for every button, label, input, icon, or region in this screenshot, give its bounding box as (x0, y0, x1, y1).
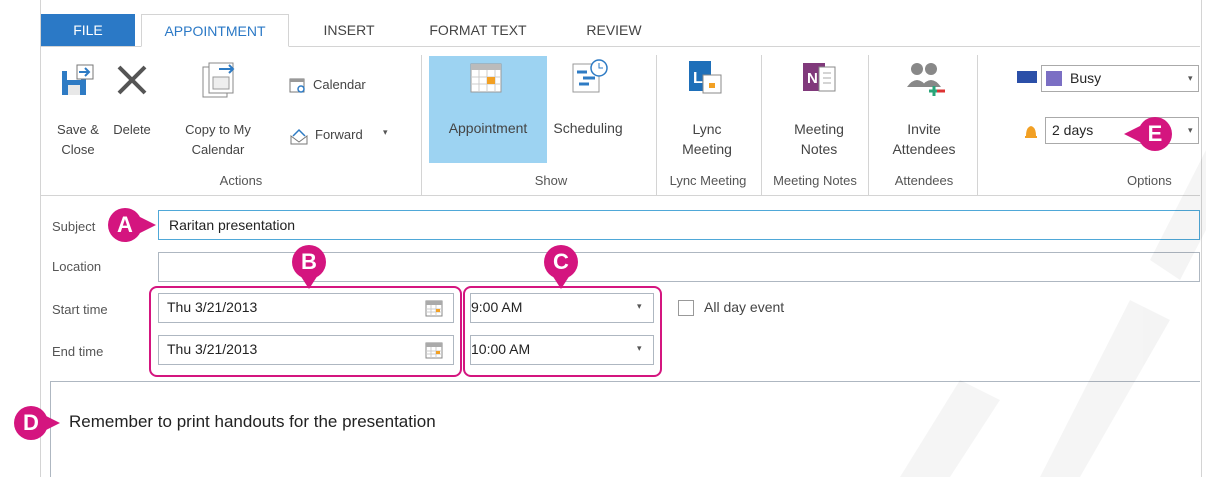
reminder-value: 2 days (1052, 122, 1094, 138)
group-label-attendees: Attendees (894, 173, 954, 188)
save-close-label-2: Close (61, 142, 95, 157)
lync-meeting-button[interactable]: L Lync Meeting (667, 57, 747, 167)
reminder-bell-icon (1025, 126, 1037, 138)
onenote-icon: N (803, 63, 836, 92)
callout-a-letter: A (117, 212, 133, 237)
message-body-text: Remember to print handouts for the prese… (69, 412, 436, 431)
reminder-dropdown[interactable]: 2 days ▾ (1045, 117, 1199, 144)
show-as-chevron-icon: ▾ (1188, 73, 1193, 83)
tab-format-text[interactable]: FORMAT TEXT (411, 14, 545, 47)
copy-label-1: Copy to My (185, 122, 251, 137)
busy-swatch (1046, 71, 1062, 86)
calendar-label: Calendar (313, 77, 366, 92)
copy-to-calendar-button[interactable]: Copy to My Calendar (173, 57, 263, 167)
tab-insert[interactable]: INSERT (307, 14, 391, 47)
group-label-lync: Lync Meeting (669, 173, 747, 188)
forward-dropdown-icon[interactable]: ▾ (383, 127, 388, 138)
invite-label-1: Invite (907, 121, 941, 137)
message-body[interactable]: Remember to print handouts for the prese… (50, 381, 1200, 477)
callout-e-letter: E (1147, 121, 1163, 146)
callout-d-letter: D (23, 410, 39, 435)
appointment-icon (470, 63, 502, 93)
subject-label: Subject (52, 219, 96, 234)
callout-a: A (108, 208, 156, 242)
group-separator (421, 55, 422, 195)
group-label-actions: Actions (219, 173, 263, 188)
all-day-checkbox[interactable] (678, 300, 694, 316)
copy-calendar-icon (202, 62, 235, 98)
scheduling-view-button[interactable]: Scheduling (549, 56, 627, 163)
group-label-show: Show (534, 173, 568, 188)
show-as-value: Busy (1070, 70, 1102, 86)
delete-icon (117, 65, 147, 95)
group-separator (977, 55, 978, 195)
callout-arrow (42, 414, 60, 432)
scheduling-label: Scheduling (553, 120, 623, 136)
group-label-options: Options (1127, 173, 1172, 188)
callout-arrow (138, 216, 156, 234)
lync-icon: L (689, 61, 722, 94)
group-separator (868, 55, 869, 195)
callout-arrow (300, 275, 318, 289)
appointment-label: Appointment (448, 120, 528, 136)
svg-text:L: L (693, 70, 703, 87)
tab-appointment[interactable]: APPOINTMENT (141, 14, 289, 47)
callout-b: B (292, 245, 326, 289)
meeting-notes-button[interactable]: N Meeting Notes (771, 57, 867, 167)
calendar-search-icon (289, 78, 305, 93)
invite-label-2: Attendees (892, 141, 956, 157)
lync-label-2: Meeting (682, 141, 732, 157)
notes-label-2: Notes (800, 141, 838, 157)
start-time-label: Start time (52, 302, 108, 317)
reminder-chevron-icon: ▾ (1188, 125, 1193, 135)
callout-arrow (1124, 125, 1142, 143)
ribbon: Save & Close Delete Copy to My Calendar … (41, 46, 1200, 196)
forward-button[interactable]: Forward ▾ (289, 125, 419, 147)
scheduling-icon (572, 59, 608, 93)
appointment-view-button[interactable]: Appointment (429, 56, 547, 163)
save-close-icon (62, 64, 94, 95)
save-close-label-1: Save & (57, 122, 99, 137)
show-as-dropdown[interactable]: Busy ▾ (1041, 65, 1199, 92)
location-label: Location (52, 259, 102, 274)
save-close-button[interactable]: Save & Close (47, 57, 109, 167)
calendar-button[interactable]: Calendar (289, 75, 399, 97)
subject-field[interactable]: Raritan presentation (158, 210, 1200, 240)
callout-b-letter: B (301, 249, 317, 274)
copy-label-2: Calendar (191, 142, 245, 157)
show-as-icon (1017, 71, 1037, 83)
callout-c-letter: C (553, 249, 569, 274)
svg-text:N: N (807, 70, 818, 87)
callout-arrow (552, 275, 570, 289)
callout-d: D (14, 406, 60, 440)
group-separator (656, 55, 657, 195)
forward-icon (290, 128, 308, 145)
subject-value: Raritan presentation (169, 217, 296, 233)
notes-label-1: Meeting (794, 121, 844, 137)
callout-e: E (1124, 117, 1172, 151)
end-time-label: End time (52, 344, 104, 359)
tab-file[interactable]: FILE (41, 14, 135, 47)
delete-button[interactable]: Delete (109, 57, 155, 167)
invite-attendees-button[interactable]: Invite Attendees (879, 57, 969, 167)
lync-label-1: Lync (692, 121, 722, 137)
date-highlight-box (149, 286, 462, 377)
group-label-notes: Meeting Notes (773, 173, 857, 188)
time-highlight-box (463, 286, 662, 377)
tab-review[interactable]: REVIEW (569, 14, 659, 47)
forward-label: Forward (315, 127, 363, 142)
invite-attendees-icon (907, 63, 945, 96)
delete-label: Delete (113, 122, 151, 137)
ribbon-tab-bar: FILE APPOINTMENT INSERT FORMAT TEXT REVI… (41, 14, 1200, 47)
group-separator (761, 55, 762, 195)
all-day-label: All day event (704, 299, 785, 315)
callout-c: C (544, 245, 578, 289)
